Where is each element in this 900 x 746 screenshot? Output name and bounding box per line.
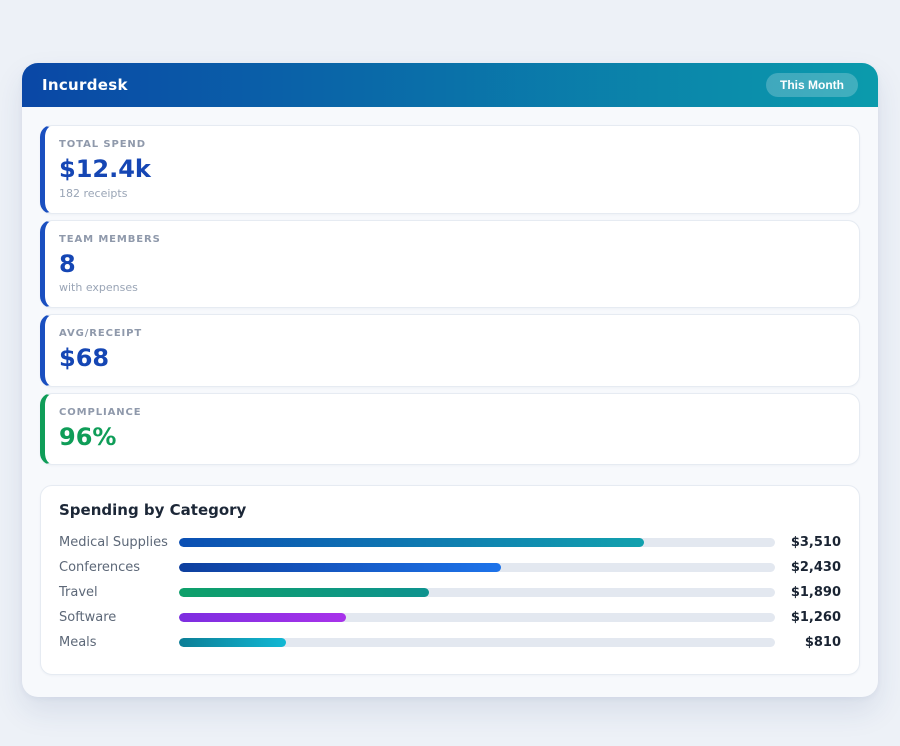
bar-fill: [179, 538, 644, 547]
bar-fill: [179, 613, 346, 622]
chart-row-medical-supplies: Medical Supplies $3,510: [59, 530, 841, 555]
category-label: Medical Supplies: [59, 535, 179, 550]
stat-card-total-spend: TOTAL SPEND $12.4k 182 receipts: [40, 125, 860, 214]
category-label: Travel: [59, 585, 179, 600]
chart-row-software: Software $1,260: [59, 605, 841, 630]
bar-fill: [179, 638, 286, 647]
bar-fill: [179, 588, 429, 597]
category-value: $2,430: [783, 560, 841, 575]
bar-track: [179, 588, 775, 597]
category-label: Conferences: [59, 560, 179, 575]
app-title: Incurdesk: [42, 76, 128, 94]
category-value: $1,890: [783, 585, 841, 600]
stat-value: $12.4k: [59, 156, 843, 184]
stat-label: COMPLIANCE: [59, 407, 843, 418]
app-header: Incurdesk This Month: [22, 63, 878, 107]
chart-row-conferences: Conferences $2,430: [59, 555, 841, 580]
bar-track: [179, 538, 775, 547]
category-value: $3,510: [783, 535, 841, 550]
chart-row-meals: Meals $810: [59, 630, 841, 655]
stat-card-team-members: TEAM MEMBERS 8 with expenses: [40, 220, 860, 309]
bar-fill: [179, 563, 501, 572]
stat-label: AVG/RECEIPT: [59, 328, 843, 339]
chart-row-travel: Travel $1,890: [59, 580, 841, 605]
dashboard-body: TOTAL SPEND $12.4k 182 receipts TEAM MEM…: [22, 107, 878, 697]
stat-subtitle: 182 receipts: [59, 187, 843, 200]
spending-by-category-card: Spending by Category Medical Supplies $3…: [40, 485, 860, 675]
chart-title: Spending by Category: [59, 501, 841, 519]
category-label: Software: [59, 610, 179, 625]
stat-card-avg-receipt: AVG/RECEIPT $68: [40, 314, 860, 387]
bar-track: [179, 613, 775, 622]
bar-track: [179, 563, 775, 572]
stat-value: 8: [59, 251, 843, 279]
category-value: $810: [783, 635, 841, 650]
page: Incurdesk This Month TOTAL SPEND $12.4k …: [0, 0, 900, 697]
stat-subtitle: with expenses: [59, 281, 843, 294]
stat-value: $68: [59, 345, 843, 373]
stat-label: TEAM MEMBERS: [59, 234, 843, 245]
category-value: $1,260: [783, 610, 841, 625]
category-label: Meals: [59, 635, 179, 650]
bar-track: [179, 638, 775, 647]
stat-label: TOTAL SPEND: [59, 139, 843, 150]
dashboard-container: Incurdesk This Month TOTAL SPEND $12.4k …: [22, 63, 878, 697]
period-badge[interactable]: This Month: [766, 73, 858, 97]
stat-value: 96%: [59, 424, 843, 452]
stat-card-compliance: COMPLIANCE 96%: [40, 393, 860, 466]
